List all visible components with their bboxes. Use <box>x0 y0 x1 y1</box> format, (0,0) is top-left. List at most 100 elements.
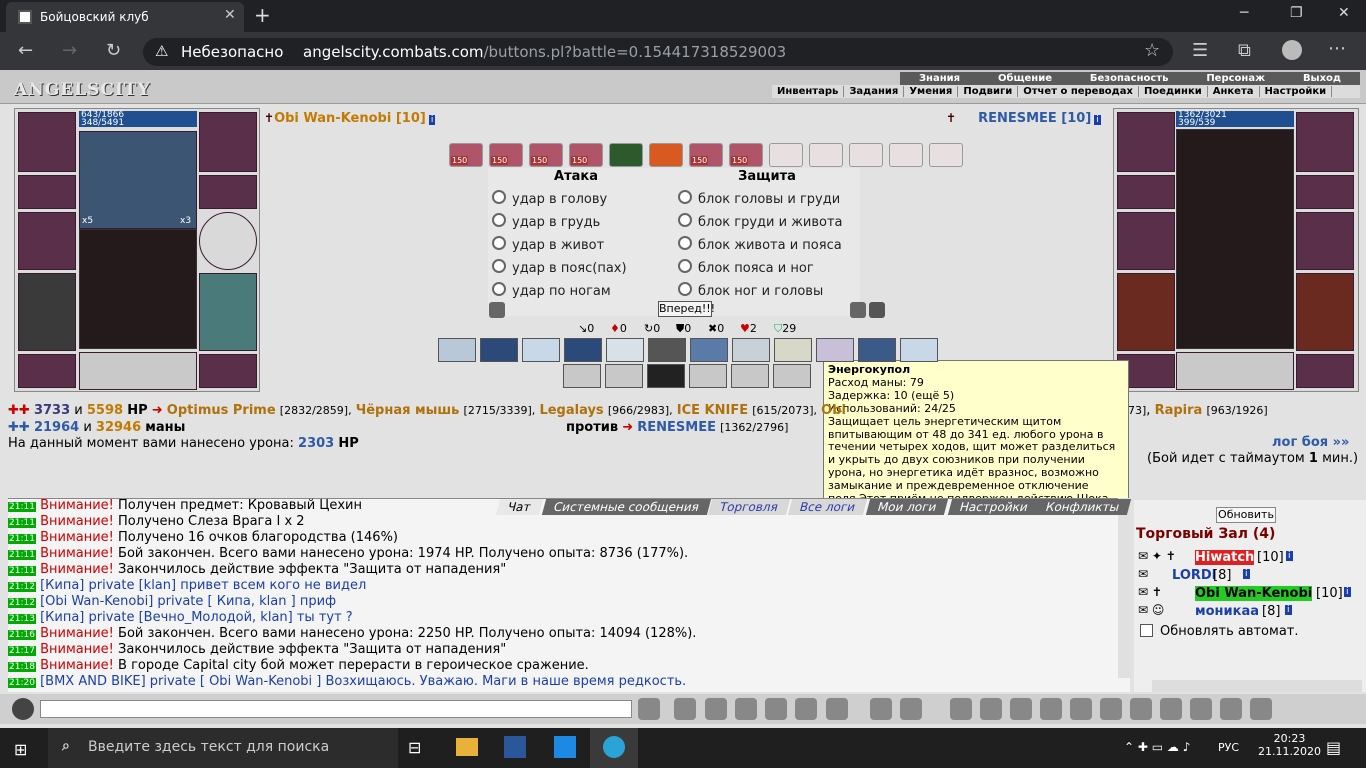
chat-tool-icon[interactable] <box>1220 698 1242 720</box>
attack-radio-belly[interactable] <box>492 236 506 250</box>
auto-refresh-checkbox[interactable] <box>1140 624 1153 637</box>
chat-timestamp[interactable]: 21:11 <box>8 566 36 576</box>
scroll-slot[interactable]: 150 <box>489 143 523 167</box>
spell-slot[interactable] <box>438 338 476 362</box>
chat-tool-icon[interactable] <box>1190 698 1212 720</box>
versus-name[interactable]: RENESMEE <box>637 420 716 435</box>
enemy-rings-row[interactable] <box>1176 352 1294 390</box>
spell-slot[interactable] <box>605 364 643 388</box>
word-icon[interactable] <box>504 736 526 758</box>
notifications-icon[interactable]: ▤ <box>1326 738 1341 757</box>
player-shield-slot[interactable] <box>199 212 257 270</box>
menu-character[interactable]: Персонаж <box>1206 73 1265 84</box>
chat-timestamp[interactable]: 21:12 <box>8 582 36 592</box>
chat-timestamp[interactable]: 21:11 <box>8 550 36 560</box>
scroll-slot[interactable] <box>809 143 843 167</box>
team-member-name[interactable]: Чёрная мышь <box>356 403 460 418</box>
menu-exit[interactable]: Выход <box>1303 73 1341 84</box>
chat-timestamp[interactable]: 21:16 <box>8 630 36 640</box>
attack-radio-groin[interactable] <box>492 259 506 273</box>
spell-slot[interactable] <box>689 364 727 388</box>
chat-tool-icon[interactable] <box>638 698 660 720</box>
user-name[interactable]: LORDI <box>1172 568 1217 583</box>
defense-radio-1[interactable] <box>678 190 692 204</box>
tab-settings[interactable]: Настройки <box>947 499 1040 515</box>
refresh-move-icon[interactable] <box>850 302 866 318</box>
enemy-amulet-slot[interactable] <box>1117 175 1175 209</box>
submenu-settings[interactable]: Настройки <box>1260 86 1333 97</box>
info-icon[interactable]: i <box>1344 587 1351 597</box>
scroll-slot[interactable] <box>929 143 963 167</box>
submenu-transfers[interactable]: Отчет о переводах <box>1018 86 1139 97</box>
tab-system[interactable]: Системные сообщения <box>541 499 712 515</box>
spell-slot[interactable] <box>564 338 602 362</box>
chat-scrollbar[interactable] <box>1118 498 1130 678</box>
enemy-helmet-slot[interactable] <box>1117 112 1175 172</box>
user-name[interactable]: Hiwatch <box>1195 550 1255 565</box>
tab-trade[interactable]: Торговля <box>707 499 791 515</box>
scroll-slot[interactable]: 150 <box>569 143 603 167</box>
chat-timestamp[interactable]: 21:18 <box>8 662 36 672</box>
enemy-weapon-slot[interactable] <box>1117 212 1175 270</box>
submenu-skills[interactable]: Умения <box>904 86 959 97</box>
minimize-icon[interactable]: ─ <box>1240 5 1248 21</box>
player-portrait[interactable] <box>79 229 197 349</box>
chat-tool-icon[interactable] <box>900 698 922 720</box>
player-armor-slot[interactable] <box>18 273 76 351</box>
enemy-portrait[interactable] <box>1176 129 1294 349</box>
spell-slot[interactable] <box>563 364 601 388</box>
scroll-slot[interactable] <box>889 143 923 167</box>
chat-tool-icon[interactable] <box>1160 698 1182 720</box>
scroll-slot[interactable]: 150 <box>729 143 763 167</box>
defense-radio-4[interactable] <box>678 259 692 273</box>
submenu-profile[interactable]: Анкета <box>1208 86 1260 97</box>
spell-slot[interactable] <box>606 338 644 362</box>
back-icon[interactable]: ← <box>18 40 33 61</box>
chat-tool-icon[interactable] <box>826 698 848 720</box>
forward-icon[interactable]: → <box>62 40 77 61</box>
menu-icon[interactable]: ⋯ <box>1328 38 1346 59</box>
chat-timestamp[interactable]: 21:11 <box>8 534 36 544</box>
language-indicator[interactable]: РУС <box>1218 741 1239 754</box>
spell-slot[interactable] <box>690 338 728 362</box>
browser-tab[interactable]: Бойцовский клуб ✕ <box>6 2 244 32</box>
chat-tool-icon[interactable] <box>950 698 972 720</box>
team-member-name[interactable]: Optimus Prime <box>167 403 276 418</box>
player-gloves-slot[interactable] <box>199 112 257 172</box>
window-close-icon[interactable]: ✕ <box>1338 5 1350 21</box>
taskbar-clock[interactable]: 20:23 21.11.2020 <box>1258 732 1321 758</box>
menu-security[interactable]: Безопасность <box>1090 73 1169 84</box>
player-effects-grid[interactable]: x5 x3 <box>79 131 197 229</box>
auto-move-icon[interactable] <box>869 302 885 318</box>
submenu-fights[interactable]: Поединки <box>1139 86 1208 97</box>
menu-communication[interactable]: Общение <box>998 73 1052 84</box>
player-belt-slot[interactable] <box>18 354 76 388</box>
chat-tool-icon[interactable] <box>674 698 696 720</box>
bookmark-star-icon[interactable]: ☆ <box>1144 40 1160 61</box>
address-bar[interactable]: ⚠ Небезопасно angelscity.combats.com/but… <box>143 38 1173 66</box>
enemy-boots-slot[interactable] <box>1296 354 1354 388</box>
tab-chat[interactable]: Чат <box>495 499 543 515</box>
spell-slot[interactable] <box>816 338 854 362</box>
close-tab-icon[interactable]: ✕ <box>224 7 236 23</box>
chat-tool-icon[interactable] <box>1130 698 1152 720</box>
spell-slot[interactable] <box>732 338 770 362</box>
enemy-name[interactable]: RENESMEE [10] <box>978 111 1091 126</box>
team-member-name[interactable]: Legalays <box>539 403 603 418</box>
tab-all-logs[interactable]: Все логи <box>787 499 868 515</box>
cancel-move-icon[interactable] <box>489 302 505 318</box>
reload-icon[interactable]: ↻ <box>106 40 121 61</box>
scroll-slot[interactable] <box>769 143 803 167</box>
submenu-feats[interactable]: Подвиги <box>958 86 1019 97</box>
spell-slot[interactable] <box>900 338 938 362</box>
spell-slot[interactable] <box>522 338 560 362</box>
info-icon[interactable]: i <box>1285 605 1292 615</box>
scroll-slot[interactable]: 150 <box>689 143 723 167</box>
chat-tool-icon[interactable] <box>870 698 892 720</box>
spell-slot[interactable] <box>858 338 896 362</box>
menu-knowledge[interactable]: Знания <box>919 73 960 84</box>
user-name[interactable]: Obi Wan-Kenobi <box>1195 586 1313 601</box>
chat-timestamp[interactable]: 21:11 <box>8 502 36 512</box>
submenu-inventory[interactable]: Инвентарь <box>772 86 845 97</box>
info-icon[interactable]: i <box>1094 115 1101 125</box>
